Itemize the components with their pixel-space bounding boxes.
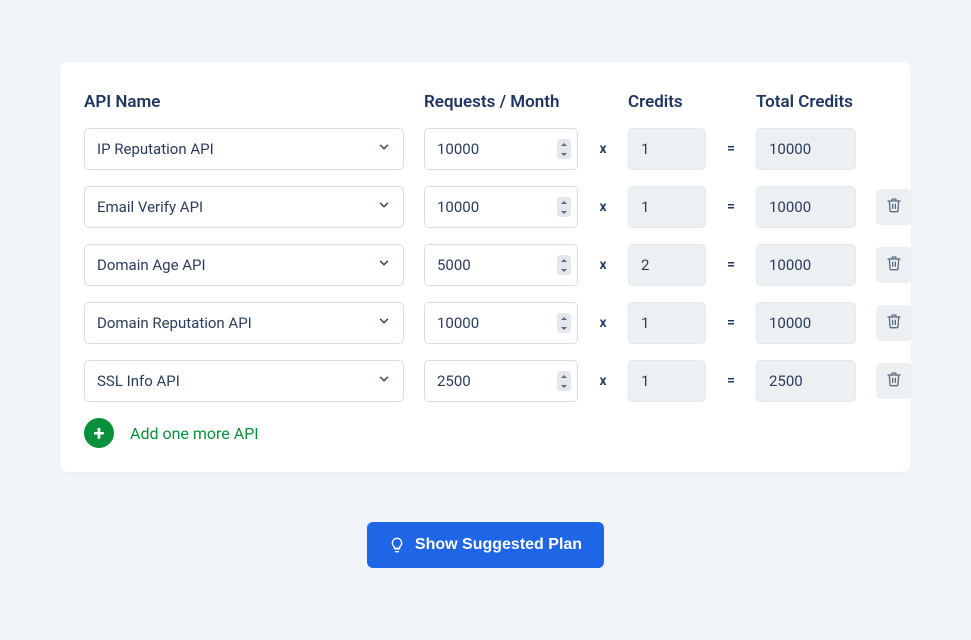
total-credits-display: 10000: [756, 244, 856, 286]
api-select-value: IP Reputation API: [97, 140, 214, 158]
total-credits-display: 10000: [756, 302, 856, 344]
equals-symbol: =: [726, 199, 736, 215]
add-api-label: Add one more API: [130, 424, 259, 443]
api-row: Email Verify API 10000 x 1 = 10000: [84, 186, 887, 228]
equals-symbol: =: [726, 257, 736, 273]
requests-value: 10000: [437, 314, 479, 332]
trash-icon: [886, 371, 902, 391]
delete-row-button[interactable]: [876, 305, 912, 341]
api-row: IP Reputation API 10000 x 1 = 10000: [84, 128, 887, 170]
requests-input[interactable]: 10000: [424, 302, 578, 344]
api-select-value: Domain Age API: [97, 256, 206, 274]
credits-display: 1: [628, 302, 706, 344]
requests-input[interactable]: 10000: [424, 128, 578, 170]
times-symbol: x: [598, 199, 608, 215]
chevron-down-icon: [377, 140, 391, 158]
total-credits-display: 2500: [756, 360, 856, 402]
api-select[interactable]: Email Verify API: [84, 186, 404, 228]
cta-label: Show Suggested Plan: [415, 536, 582, 554]
chevron-down-icon: [377, 372, 391, 390]
trash-icon: [886, 255, 902, 275]
api-row: Domain Age API 5000 x 2 = 10000: [84, 244, 887, 286]
header-requests: Requests / Month: [424, 92, 578, 112]
equals-symbol: =: [726, 141, 736, 157]
credits-display: 1: [628, 186, 706, 228]
total-credits-display: 10000: [756, 186, 856, 228]
equals-symbol: =: [726, 373, 736, 389]
plan-builder-card: API Name Requests / Month Credits Total …: [60, 62, 911, 472]
header-api-name: API Name: [84, 92, 404, 112]
add-api-button[interactable]: + Add one more API: [84, 418, 887, 448]
api-row: SSL Info API 2500 x 1 = 2500: [84, 360, 887, 402]
equals-symbol: =: [726, 315, 736, 331]
credits-display: 1: [628, 360, 706, 402]
credits-display: 1: [628, 128, 706, 170]
chevron-down-icon: [377, 256, 391, 274]
header-total: Total Credits: [756, 92, 856, 112]
api-select[interactable]: Domain Age API: [84, 244, 404, 286]
api-row: Domain Reputation API 10000 x 1 = 10000: [84, 302, 887, 344]
requests-value: 10000: [437, 140, 479, 158]
delete-row-button[interactable]: [876, 247, 912, 283]
plus-icon: +: [84, 418, 114, 448]
times-symbol: x: [598, 373, 608, 389]
number-stepper[interactable]: [557, 197, 571, 217]
chevron-down-icon: [377, 198, 391, 216]
total-credits-display: 10000: [756, 128, 856, 170]
number-stepper[interactable]: [557, 313, 571, 333]
requests-input[interactable]: 10000: [424, 186, 578, 228]
delete-row-button[interactable]: [876, 189, 912, 225]
times-symbol: x: [598, 141, 608, 157]
api-select[interactable]: IP Reputation API: [84, 128, 404, 170]
credits-display: 2: [628, 244, 706, 286]
trash-icon: [886, 313, 902, 333]
number-stepper[interactable]: [557, 255, 571, 275]
requests-value: 5000: [437, 256, 471, 274]
trash-icon: [886, 197, 902, 217]
api-select-value: Email Verify API: [97, 198, 203, 216]
requests-value: 2500: [437, 372, 471, 390]
requests-input[interactable]: 5000: [424, 244, 578, 286]
api-select-value: SSL Info API: [97, 372, 180, 390]
requests-value: 10000: [437, 198, 479, 216]
show-suggested-plan-button[interactable]: Show Suggested Plan: [367, 522, 604, 568]
api-select-value: Domain Reputation API: [97, 314, 252, 332]
requests-input[interactable]: 2500: [424, 360, 578, 402]
times-symbol: x: [598, 315, 608, 331]
api-select[interactable]: SSL Info API: [84, 360, 404, 402]
number-stepper[interactable]: [557, 371, 571, 391]
chevron-down-icon: [377, 314, 391, 332]
header-row: API Name Requests / Month Credits Total …: [84, 92, 887, 112]
times-symbol: x: [598, 257, 608, 273]
header-credits: Credits: [628, 92, 706, 112]
lightbulb-icon: [389, 537, 405, 553]
api-select[interactable]: Domain Reputation API: [84, 302, 404, 344]
delete-row-button[interactable]: [876, 363, 912, 399]
number-stepper[interactable]: [557, 139, 571, 159]
